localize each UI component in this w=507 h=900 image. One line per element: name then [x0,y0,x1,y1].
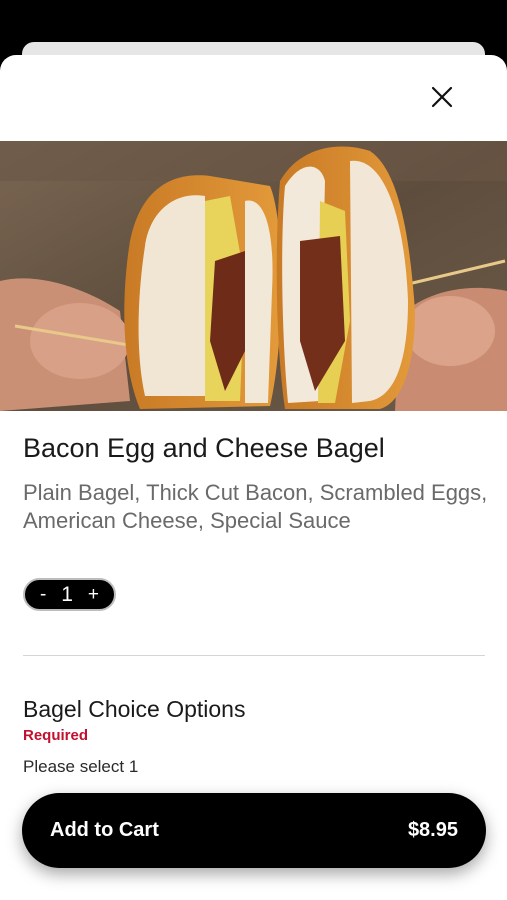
close-icon [431,86,453,108]
divider [23,655,485,656]
close-button[interactable] [425,80,459,114]
increment-button[interactable]: + [88,584,99,606]
decrement-button[interactable]: - [40,584,46,606]
options-title: Bagel Choice Options [23,696,246,722]
add-to-cart-button[interactable]: Add to Cart $8.95 [22,793,486,868]
required-badge: Required [23,727,89,744]
quantity-stepper: - 1 + [23,578,116,611]
cart-price: $8.95 [407,819,458,841]
item-title: Bacon Egg and Cheese Bagel [23,433,385,463]
item-detail-sheet: Bacon Egg and Cheese Bagel Plain Bagel, … [0,55,507,900]
select-hint: Please select 1 [23,757,139,776]
add-to-cart-label: Add to Cart [50,819,159,841]
item-photo [0,141,507,411]
quantity-value: 1 [61,582,73,606]
item-description: Plain Bagel, Thick Cut Bacon, Scrambled … [23,480,488,533]
